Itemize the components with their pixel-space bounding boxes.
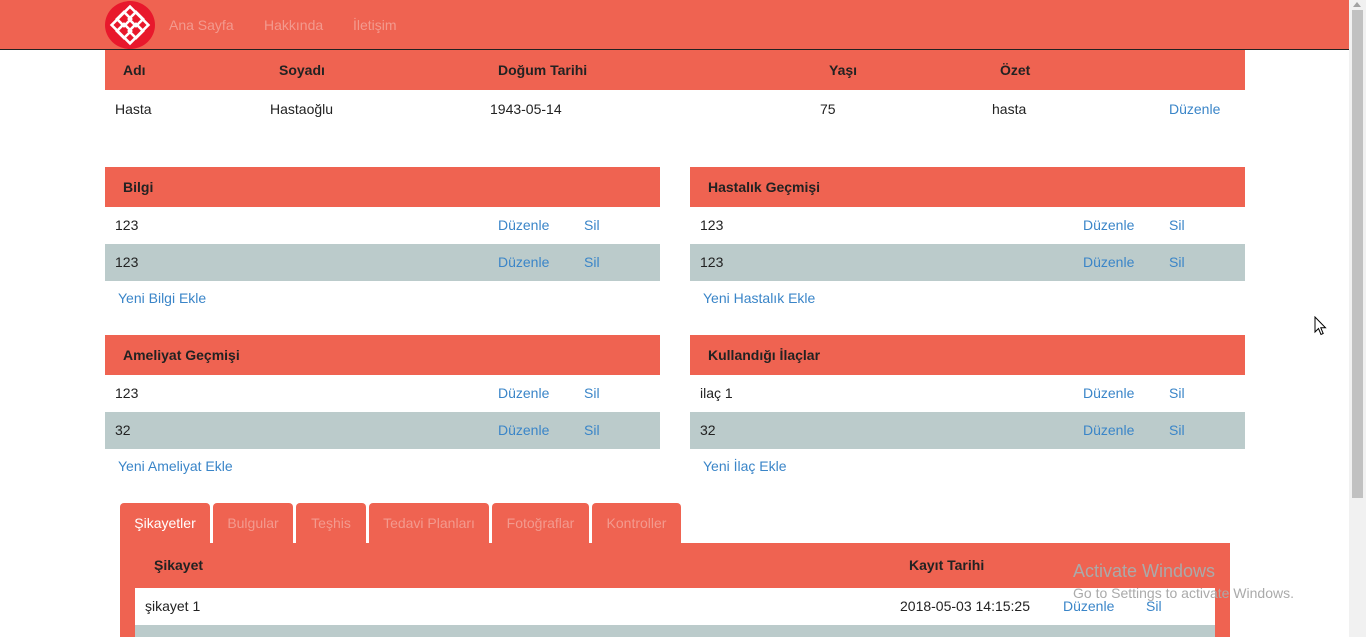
patient-table-header: Adı Soyadı Doğum Tarihi Yaşı Özet — [105, 50, 1245, 90]
list-item-value: 32 — [115, 422, 131, 438]
list-item-value: 32 — [700, 422, 716, 438]
tab-complaints[interactable]: Şikayetler — [120, 503, 210, 543]
complaints-panel: Şikayet Kayıt Tarihi şikayet 1 2018-05-0… — [120, 543, 1230, 637]
add-medication-link[interactable]: Yeni İlaç Ekle — [690, 449, 1245, 483]
table-row: şikayet 1 2018-05-03 14:15:25 Düzenle Si… — [135, 588, 1215, 625]
list-item: ilaç 1 Düzenle Sil — [690, 375, 1245, 412]
logo[interactable] — [105, 1, 155, 49]
patient-edit-link[interactable]: Düzenle — [1169, 90, 1220, 129]
surgery-history-panel: Ameliyat Geçmişi 123 Düzenle Sil 32 Düze… — [105, 335, 660, 483]
nav-link-home[interactable]: Ana Sayfa — [169, 17, 234, 33]
edit-link[interactable]: Düzenle — [1083, 207, 1134, 244]
list-item-value: ilaç 1 — [700, 385, 733, 401]
list-item: 123 Düzenle Sil — [105, 207, 660, 244]
list-item: 123 Düzenle Sil — [690, 207, 1245, 244]
delete-link[interactable]: Sil — [584, 207, 600, 244]
disease-history-title: Hastalık Geçmişi — [690, 167, 1245, 207]
delete-link[interactable]: Sil — [584, 244, 600, 281]
table-row — [135, 625, 1215, 637]
knot-logo-icon — [109, 4, 151, 46]
scroll-up-icon[interactable] — [1353, 2, 1361, 7]
info-panel-title: Bilgi — [105, 167, 660, 207]
complaints-table-header: Şikayet Kayıt Tarihi — [135, 543, 1215, 588]
add-surgery-link[interactable]: Yeni Ameliyat Ekle — [105, 449, 660, 483]
col-summary: Özet — [1000, 62, 1031, 78]
list-item: 123 Düzenle Sil — [105, 244, 660, 281]
tab-findings[interactable]: Bulgular — [213, 503, 293, 543]
surgery-history-title: Ameliyat Geçmişi — [105, 335, 660, 375]
col-record-date: Kayıt Tarihi — [909, 557, 985, 573]
add-info-link[interactable]: Yeni Bilgi Ekle — [105, 281, 660, 315]
col-name: Adı — [123, 62, 146, 78]
delete-link[interactable]: Sil — [1169, 207, 1185, 244]
patient-row: Hasta Hastaoğlu 1943-05-14 75 hasta Düze… — [105, 90, 1245, 129]
navbar: Ana Sayfa Hakkında İletişim — [0, 0, 1366, 50]
disease-history-panel: Hastalık Geçmişi 123 Düzenle Sil 123 Düz… — [690, 167, 1245, 315]
tab-diagnosis[interactable]: Teşhis — [296, 503, 366, 543]
edit-link[interactable]: Düzenle — [498, 412, 549, 449]
list-item: 123 Düzenle Sil — [105, 375, 660, 412]
edit-link[interactable]: Düzenle — [1083, 244, 1134, 281]
tab-treatment-plans[interactable]: Tedavi Planları — [369, 503, 489, 543]
col-birth-date: Doğum Tarihi — [498, 62, 588, 78]
patient-surname: Hastaoğlu — [270, 101, 334, 117]
delete-link[interactable]: Sil — [584, 375, 600, 412]
list-item: 32 Düzenle Sil — [690, 412, 1245, 449]
medications-panel: Kullandığı İlaçlar ilaç 1 Düzenle Sil 32… — [690, 335, 1245, 483]
edit-link[interactable]: Düzenle — [498, 207, 549, 244]
list-item: 32 Düzenle Sil — [105, 412, 660, 449]
activation-watermark-title: Activate Windows — [1073, 561, 1216, 581]
tab-photos[interactable]: Fotoğraflar — [492, 503, 589, 543]
patient-summary: hasta — [992, 101, 1027, 117]
scrollbar-thumb[interactable] — [1352, 10, 1363, 498]
patient-age: 75 — [820, 101, 836, 117]
col-complaint: Şikayet — [154, 557, 204, 573]
patient-name: Hasta — [115, 101, 152, 117]
edit-link[interactable]: Düzenle — [498, 244, 549, 281]
add-disease-link[interactable]: Yeni Hastalık Ekle — [690, 281, 1245, 315]
delete-link[interactable]: Sil — [1169, 244, 1185, 281]
patient-birth-date: 1943-05-14 — [490, 101, 562, 117]
patient-table: Adı Soyadı Doğum Tarihi Yaşı Özet Hasta … — [105, 50, 1245, 129]
edit-link[interactable]: Düzenle — [1083, 412, 1134, 449]
edit-link[interactable]: Düzenle — [498, 375, 549, 412]
list-item-value: 123 — [700, 254, 724, 270]
edit-link[interactable]: Düzenle — [1083, 375, 1134, 412]
delete-link[interactable]: Sil — [1169, 375, 1185, 412]
delete-link[interactable]: Sil — [584, 412, 600, 449]
list-item-value: 123 — [115, 254, 139, 270]
list-item-value: 123 — [115, 217, 139, 233]
col-age: Yaşı — [829, 62, 858, 78]
activation-watermark-text: Go to Settings to activate Windows. — [1073, 585, 1294, 601]
tab-checkups[interactable]: Kontroller — [592, 503, 681, 543]
list-item-value: 123 — [700, 217, 724, 233]
nav-link-contact[interactable]: İletişim — [353, 17, 397, 33]
medications-title: Kullandığı İlaçlar — [690, 335, 1245, 375]
delete-link[interactable]: Sil — [1169, 412, 1185, 449]
scrollbar[interactable] — [1349, 0, 1366, 637]
complaint-date: 2018-05-03 14:15:25 — [900, 598, 1030, 614]
list-item: 123 Düzenle Sil — [690, 244, 1245, 281]
info-panel: Bilgi 123 Düzenle Sil 123 Düzenle Sil Ye… — [105, 167, 660, 315]
col-surname: Soyadı — [279, 62, 325, 78]
nav-link-about[interactable]: Hakkında — [264, 17, 323, 33]
complaint-text: şikayet 1 — [145, 598, 201, 614]
mouse-cursor-icon — [1314, 316, 1327, 336]
list-item-value: 123 — [115, 385, 139, 401]
